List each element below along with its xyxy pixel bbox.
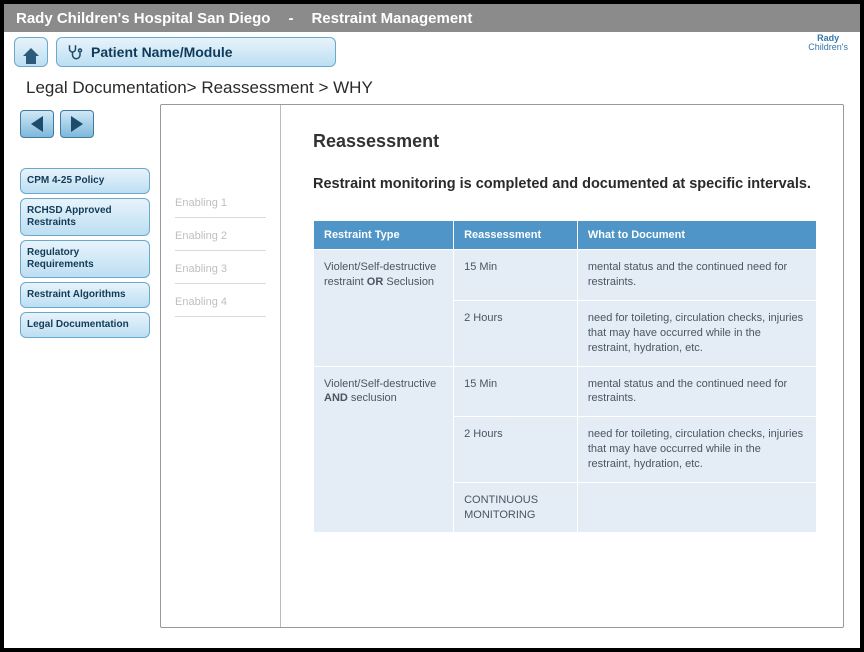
titlebar-section: Restraint Management xyxy=(311,10,472,27)
cell-interval: 15 Min xyxy=(454,366,578,417)
next-button[interactable] xyxy=(60,110,94,138)
sidebar-item-cpm-policy[interactable]: CPM 4-25 Policy xyxy=(20,168,150,194)
home-button[interactable] xyxy=(14,37,48,67)
cell-interval: 15 Min xyxy=(454,250,578,301)
breadcrumb-text: Legal Documentation> Reassessment > WHY xyxy=(26,78,373,97)
patient-module-pill[interactable]: Patient Name/Module xyxy=(56,37,336,67)
enabling-item-3[interactable]: Enabling 3 xyxy=(175,251,266,284)
sidebar-label: CPM 4-25 Policy xyxy=(27,175,104,186)
brand-logo: Rady Children's xyxy=(808,34,848,52)
patient-label: Patient Name/Module xyxy=(91,44,233,60)
stethoscope-icon xyxy=(65,43,83,61)
breadcrumb: Legal Documentation> Reassessment > WHY xyxy=(4,68,860,104)
cell-doc: need for toileting, circulation checks, … xyxy=(577,417,816,483)
nav-arrows xyxy=(20,110,150,138)
enabling-label: Enabling 4 xyxy=(175,296,227,308)
cell-doc: mental status and the continued need for… xyxy=(577,250,816,301)
arrow-right-icon xyxy=(71,116,83,132)
table-row: Violent/Self-destructive restraint OR Se… xyxy=(314,250,817,301)
th-reassessment: Reassessment xyxy=(454,221,578,250)
left-column: CPM 4-25 Policy RCHSD Approved Restraint… xyxy=(20,104,150,628)
enabling-label: Enabling 2 xyxy=(175,230,227,242)
titlebar-sep: - xyxy=(288,10,293,27)
cell-interval: CONTINUOUS MONITORING xyxy=(454,482,578,533)
sidebar-label: Restraint Algorithms xyxy=(27,289,126,300)
th-type: Restraint Type xyxy=(314,221,454,250)
sidebar-label: Legal Documentation xyxy=(27,319,129,330)
table-row: Violent/Self-destructive AND seclusion 1… xyxy=(314,366,817,417)
sidebar-label: RCHSD Approved Restraints xyxy=(27,205,112,228)
cell-interval: 2 Hours xyxy=(454,417,578,483)
type-suffix: seclusion xyxy=(348,392,397,404)
document-column: Reassessment Restraint monitoring is com… xyxy=(281,105,843,627)
type-suffix: Seclusion xyxy=(383,276,434,288)
doc-title: Reassessment xyxy=(313,131,817,152)
type-bold: OR xyxy=(367,276,384,288)
prev-button[interactable] xyxy=(20,110,54,138)
cell-interval: 2 Hours xyxy=(454,300,578,366)
enabling-item-4[interactable]: Enabling 4 xyxy=(175,284,266,317)
reassessment-table: Restraint Type Reassessment What to Docu… xyxy=(313,220,817,533)
content-row: CPM 4-25 Policy RCHSD Approved Restraint… xyxy=(4,104,860,644)
cell-type: Violent/Self-destructive restraint OR Se… xyxy=(314,250,454,366)
enabling-label: Enabling 1 xyxy=(175,197,227,209)
cell-doc xyxy=(577,482,816,533)
arrow-left-icon xyxy=(31,116,43,132)
sidebar-item-legal-docs[interactable]: Legal Documentation xyxy=(20,312,150,338)
enabling-label: Enabling 3 xyxy=(175,263,227,275)
cell-doc: need for toileting, circulation checks, … xyxy=(577,300,816,366)
type-bold: AND xyxy=(324,392,348,404)
sidebar-item-algorithms[interactable]: Restraint Algorithms xyxy=(20,282,150,308)
th-what: What to Document xyxy=(577,221,816,250)
home-icon xyxy=(23,48,39,56)
main-panel: Enabling 1 Enabling 2 Enabling 3 Enablin… xyxy=(160,104,844,628)
doc-intro: Restraint monitoring is completed and do… xyxy=(313,174,817,194)
sidebar-label: Regulatory Requirements xyxy=(27,247,94,270)
type-prefix: Violent/Self-destructive xyxy=(324,378,436,390)
titlebar-org: Rady Children's Hospital San Diego xyxy=(16,10,270,27)
enabling-column: Enabling 1 Enabling 2 Enabling 3 Enablin… xyxy=(161,105,281,627)
app-frame: Rady Children's Hospital San Diego - Res… xyxy=(0,0,864,652)
titlebar: Rady Children's Hospital San Diego - Res… xyxy=(4,4,860,32)
brand-line2: Children's xyxy=(808,42,848,52)
navbar: Patient Name/Module Rady Children's xyxy=(4,32,860,68)
enabling-item-1[interactable]: Enabling 1 xyxy=(175,185,266,218)
cell-type: Violent/Self-destructive AND seclusion xyxy=(314,366,454,533)
sidebar-item-approved-restraints[interactable]: RCHSD Approved Restraints xyxy=(20,198,150,236)
enabling-item-2[interactable]: Enabling 2 xyxy=(175,218,266,251)
cell-doc: mental status and the continued need for… xyxy=(577,366,816,417)
sidebar-item-regulatory[interactable]: Regulatory Requirements xyxy=(20,240,150,278)
